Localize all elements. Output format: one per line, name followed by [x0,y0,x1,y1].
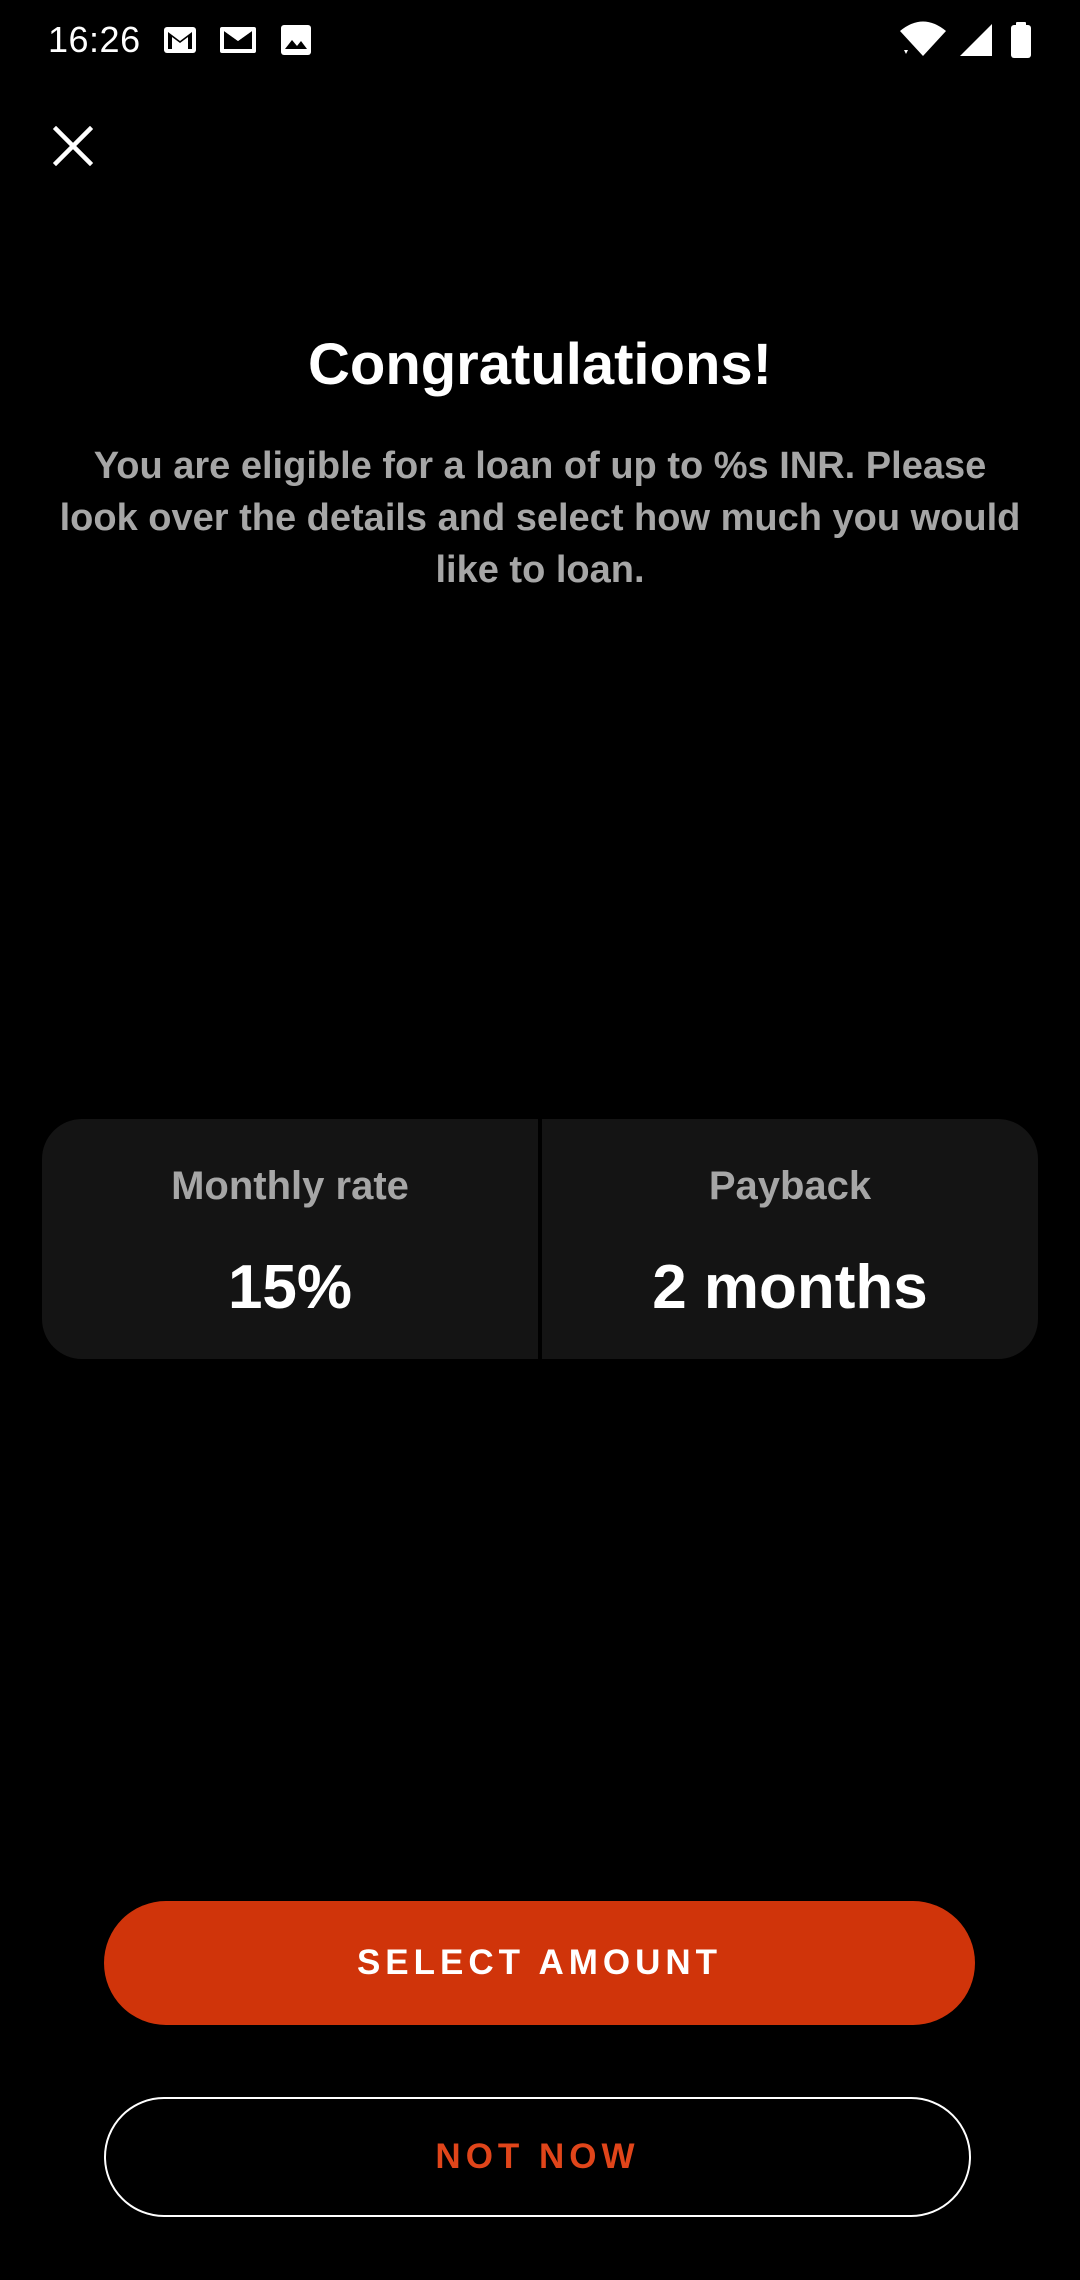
monthly-rate-value: 15% [227,1253,353,1322]
page-title: Congratulations! [308,332,772,397]
status-bar: 16:26 [0,0,1080,80]
payback-label: Payback [708,1164,872,1208]
not-now-button[interactable]: NOT NOW [104,2097,971,2217]
loan-details-card: Monthly rate 15% Payback 2 months [42,1119,1038,1359]
close-icon [53,126,93,166]
payback-cell: Payback 2 months [542,1119,1038,1359]
wifi-icon [900,21,946,56]
monthly-rate-label: Monthly rate [171,1164,409,1208]
battery-icon [1011,22,1031,58]
image-icon [281,25,311,55]
status-time: 16:26 [48,19,141,60]
select-amount-button[interactable]: SELECT AMOUNT [104,1901,975,2025]
payback-value: 2 months [652,1253,928,1322]
eligibility-message: You are eligible for a loan of up to %s … [59,445,1021,591]
close-button[interactable] [40,113,106,179]
email-icon [220,27,256,53]
gmail-icon [164,27,196,53]
cellular-signal-icon [960,24,992,56]
monthly-rate-cell: Monthly rate 15% [42,1119,538,1359]
